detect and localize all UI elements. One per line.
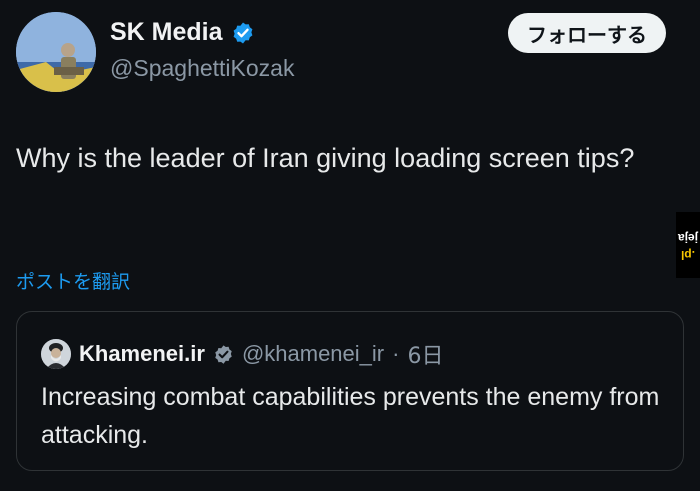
- tweet-view: SK Media @SpaghettiKozak フォローする Why is t…: [0, 0, 700, 491]
- watermark-main: jeja: [678, 231, 699, 245]
- quoted-tweet-card[interactable]: Khamenei.ir @khamenei_ir · 6日 Increasing…: [16, 311, 684, 471]
- watermark-text: jeja .pl: [678, 228, 699, 263]
- quoted-verified-badge-icon: [215, 344, 232, 364]
- tweet-text: Why is the leader of Iran giving loading…: [16, 143, 635, 173]
- avatar-image: [16, 12, 96, 92]
- quoted-author-name[interactable]: Khamenei.ir: [79, 341, 205, 367]
- verified-badge-icon: [233, 22, 252, 43]
- quoted-tweet-header: Khamenei.ir @khamenei_ir · 6日: [41, 338, 443, 370]
- translate-post-link[interactable]: ポストを翻訳: [16, 267, 130, 294]
- author-handle[interactable]: @SpaghettiKozak: [110, 55, 294, 82]
- jeja-watermark: jeja .pl: [676, 212, 700, 278]
- quoted-author-avatar[interactable]: [41, 339, 71, 369]
- quoted-author-handle[interactable]: @khamenei_ir: [242, 341, 384, 367]
- quoted-separator: ·: [392, 341, 400, 366]
- watermark-tail: .pl: [681, 248, 696, 263]
- quoted-timestamp[interactable]: 6日: [407, 338, 443, 370]
- quoted-tweet-text: Increasing combat capabilities prevents …: [41, 383, 660, 449]
- author-name-row[interactable]: SK Media: [110, 18, 255, 47]
- quoted-avatar-image: [41, 339, 71, 369]
- author-avatar[interactable]: [16, 12, 96, 92]
- author-display-name[interactable]: SK Media: [110, 18, 223, 47]
- follow-button[interactable]: フォローする: [508, 13, 666, 53]
